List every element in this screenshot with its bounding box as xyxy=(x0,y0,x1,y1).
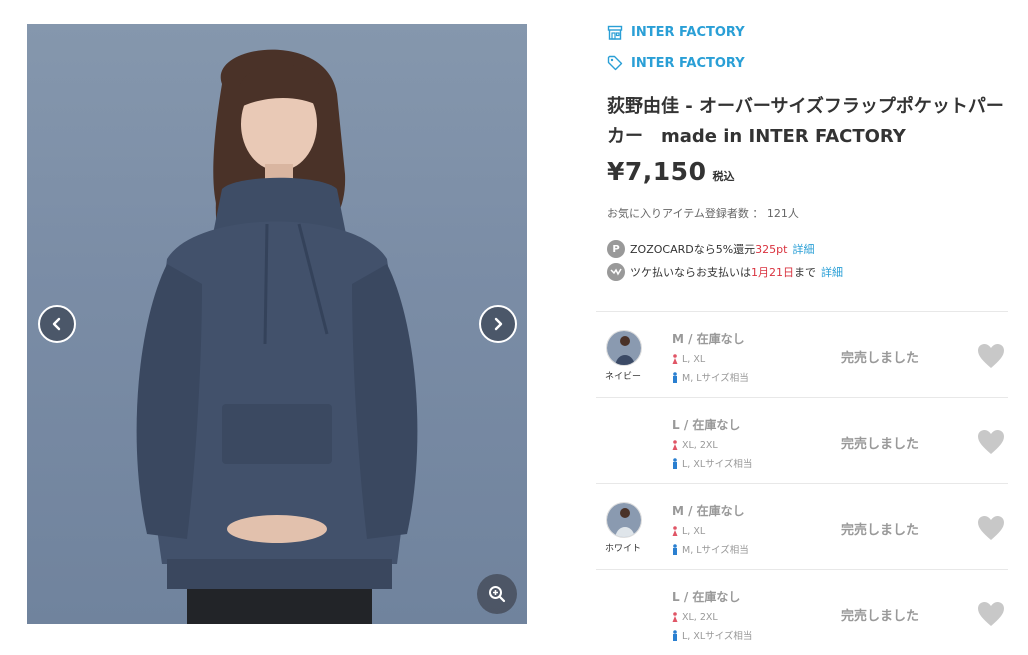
gallery-next-button[interactable] xyxy=(479,305,517,343)
model-illustration xyxy=(136,49,418,624)
tsuke-icon xyxy=(607,263,625,281)
product-photo xyxy=(27,24,527,624)
size-stock-label: L / 在庫なし xyxy=(672,418,741,432)
female-fit: L, XL xyxy=(672,526,705,537)
size-stock-label: M / 在庫なし xyxy=(672,504,745,518)
price-row: ¥7,150 税込 xyxy=(607,157,734,186)
female-icon xyxy=(672,440,678,450)
shop-link[interactable]: INTER FACTORY xyxy=(607,25,745,40)
sku-row: ホワイト M / 在庫なし L, XL M, Lサイズ相当 完売しました xyxy=(596,483,1008,569)
male-fit: L, XLサイズ相当 xyxy=(672,456,752,470)
gallery-prev-button[interactable] xyxy=(38,305,76,343)
color-swatch-navy[interactable] xyxy=(606,330,642,366)
sold-out-label: 完売しました xyxy=(841,523,920,538)
sold-out-label: 完売しました xyxy=(841,437,920,452)
shop-icon xyxy=(607,25,623,40)
zozocard-detail-link[interactable]: 詳細 xyxy=(792,241,814,257)
tsuke-detail-link[interactable]: 詳細 xyxy=(821,264,843,280)
zozocard-promo: P ZOZOCARDなら5%還元325pt 詳細 xyxy=(607,240,814,258)
male-icon xyxy=(673,457,677,469)
tag-icon xyxy=(607,55,623,71)
brand-link[interactable]: INTER FACTORY xyxy=(607,55,745,71)
male-fit: L, XLサイズ相当 xyxy=(672,628,752,642)
zozocard-points: 325pt xyxy=(755,243,788,256)
sold-out-label: 完売しました xyxy=(841,609,920,624)
tsuke-date: 1月21日 xyxy=(751,266,794,279)
female-icon xyxy=(672,526,678,536)
sku-row: ネイビー M / 在庫なし L, XL M, Lサイズ相当 完売しました xyxy=(596,311,1008,397)
male-icon xyxy=(673,629,677,641)
brand-name[interactable]: INTER FACTORY xyxy=(631,56,745,71)
male-icon xyxy=(673,543,677,555)
favorite-count: お気に入りアイテム登録者数 ： 121人 xyxy=(607,207,799,220)
zoom-in-icon xyxy=(489,586,506,603)
color-name: ホワイト xyxy=(605,544,642,554)
female-icon xyxy=(672,354,678,364)
heart-icon[interactable] xyxy=(977,429,1005,455)
male-fit: M, Lサイズ相当 xyxy=(672,370,749,384)
zozocard-text: ZOZOCARDなら5%還元325pt xyxy=(630,243,788,256)
tax-label: 税込 xyxy=(712,170,735,183)
tsuke-text: ツケ払いならお支払いは1月21日まで xyxy=(630,266,816,279)
heart-icon[interactable] xyxy=(977,515,1005,541)
male-icon xyxy=(673,371,677,383)
product-price: ¥7,150 xyxy=(607,157,707,186)
female-fit: XL, 2XL xyxy=(672,440,718,451)
sold-out-label: 完売しました xyxy=(841,351,920,366)
chevron-left-icon xyxy=(52,317,61,331)
tsuke-promo: ツケ払いならお支払いは1月21日まで 詳細 xyxy=(607,263,843,281)
sku-row: L / 在庫なし XL, 2XL L, XLサイズ相当 完売しました xyxy=(596,397,1008,483)
size-stock-label: L / 在庫なし xyxy=(672,590,741,604)
product-title: 荻野由佳 - オーバーサイズフラップポケットパーカー made in INTER… xyxy=(607,96,1004,147)
heart-icon[interactable] xyxy=(977,343,1005,369)
female-icon xyxy=(672,612,678,622)
female-fit: L, XL xyxy=(672,354,705,365)
shop-name[interactable]: INTER FACTORY xyxy=(631,25,745,40)
sku-list: ネイビー M / 在庫なし L, XL M, Lサイズ相当 完売しました L /… xyxy=(596,311,1008,655)
color-swatch-white[interactable] xyxy=(606,502,642,538)
points-icon: P xyxy=(607,240,625,258)
size-stock-label: M / 在庫なし xyxy=(672,332,745,346)
heart-icon[interactable] xyxy=(977,601,1005,627)
female-fit: XL, 2XL xyxy=(672,612,718,623)
male-fit: M, Lサイズ相当 xyxy=(672,542,749,556)
chevron-right-icon xyxy=(494,317,503,331)
zoom-button[interactable] xyxy=(477,574,517,614)
sku-row: L / 在庫なし XL, 2XL L, XLサイズ相当 完売しました xyxy=(596,569,1008,655)
color-name: ネイビー xyxy=(605,372,642,382)
